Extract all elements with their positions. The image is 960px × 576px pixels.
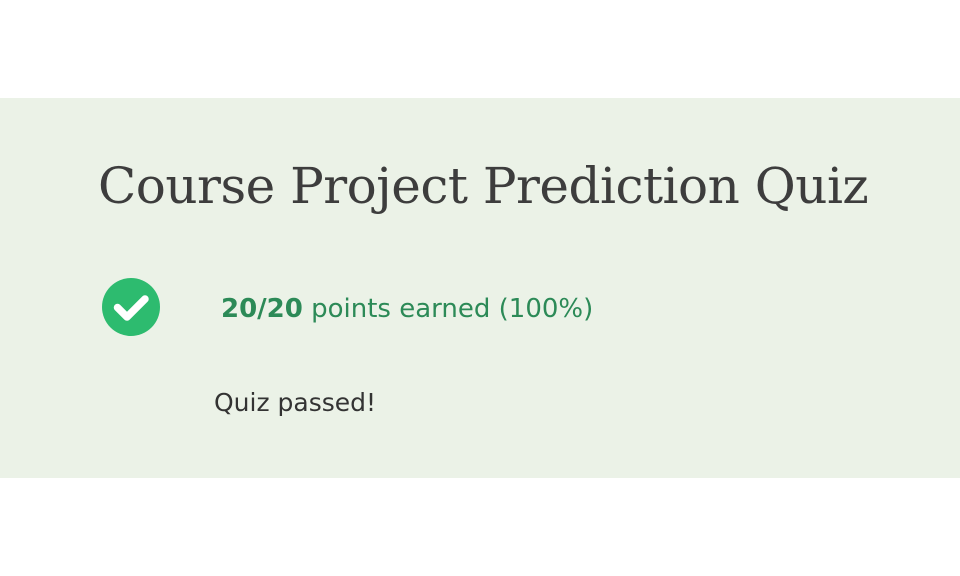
- score-summary: 20/20 points earned (100%): [221, 292, 593, 326]
- quiz-title: Course Project Prediction Quiz: [98, 157, 869, 215]
- quiz-status: Quiz passed!: [214, 388, 377, 417]
- check-circle-icon: [102, 278, 160, 336]
- score-value: 20/20: [221, 294, 303, 324]
- points-earned-label: points earned (100%): [311, 294, 594, 324]
